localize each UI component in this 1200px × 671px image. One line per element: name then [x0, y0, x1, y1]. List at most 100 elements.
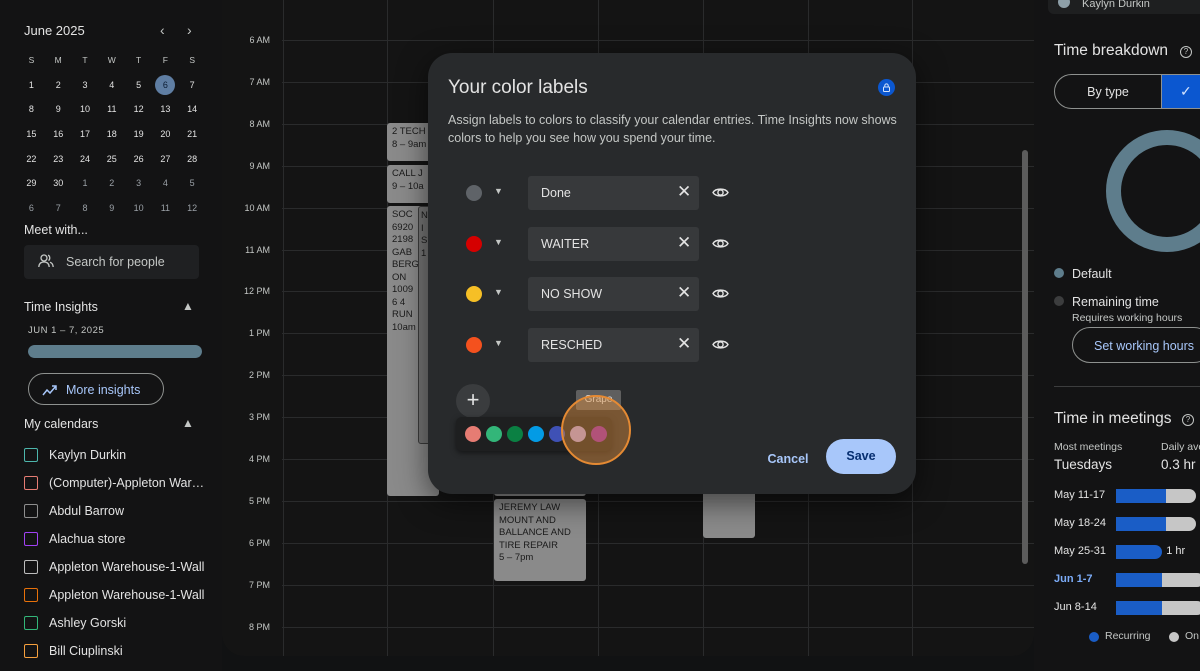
chevron-up-icon[interactable]: ▲	[182, 299, 194, 313]
calendar-checkbox[interactable]	[24, 504, 38, 518]
mini-calendar-day[interactable]: 11	[152, 203, 179, 213]
mini-calendar-day[interactable]: 3	[125, 178, 152, 188]
weekday-label: T	[82, 55, 88, 66]
mini-calendar-day[interactable]: 14	[179, 104, 206, 114]
calendar-checkbox[interactable]	[24, 448, 38, 462]
calendar-item[interactable]: Kaylyn Durkin	[24, 441, 214, 469]
calendar-checkbox[interactable]	[24, 588, 38, 602]
event-block[interactable]: JEREMY LAW MOUNT AND BALLANCE AND TIRE R…	[494, 499, 586, 581]
label-input[interactable]: WAITER	[528, 226, 699, 261]
help-icon[interactable]: ?	[1182, 414, 1194, 426]
caret-down-icon[interactable]: ▼	[494, 287, 503, 297]
search-people-input[interactable]: Search for people	[24, 245, 199, 279]
mini-calendar-day[interactable]: 7	[179, 80, 206, 90]
mini-calendar-day[interactable]: 9	[45, 104, 72, 114]
mini-calendar-day[interactable]: 13	[152, 104, 179, 114]
tab-by-type[interactable]: By type	[1055, 75, 1161, 108]
mini-calendar-day[interactable]: 6	[18, 203, 45, 213]
caret-down-icon[interactable]: ▼	[494, 237, 503, 247]
mini-calendar-day[interactable]: 20	[152, 129, 179, 139]
calendar-item[interactable]: Ashley Gorski	[24, 609, 214, 637]
calendar-item[interactable]: Alachua store	[24, 525, 214, 553]
eye-icon[interactable]	[712, 336, 729, 358]
calendar-checkbox[interactable]	[24, 616, 38, 630]
mini-calendar-day[interactable]: 17	[72, 129, 99, 139]
calendar-item[interactable]: Appleton Warehouse-1-Wall	[24, 553, 214, 581]
mini-calendar-day[interactable]: 1	[18, 80, 45, 90]
eye-icon[interactable]	[712, 235, 729, 257]
set-working-hours-button[interactable]: Set working hours	[1072, 327, 1200, 363]
tab-by-color[interactable]: ✓	[1161, 75, 1200, 108]
close-icon[interactable]: ✕	[677, 234, 691, 251]
mini-calendar-day[interactable]: 18	[98, 129, 125, 139]
mini-calendar-day[interactable]: 23	[45, 154, 72, 164]
scrollbar-thumb[interactable]	[1022, 150, 1028, 564]
mini-calendar-day[interactable]: 8	[72, 203, 99, 213]
mini-calendar-day[interactable]: 12	[179, 203, 206, 213]
mini-calendar-day[interactable]: 5	[125, 80, 152, 90]
mini-calendar-day[interactable]: 24	[72, 154, 99, 164]
eye-icon[interactable]	[712, 285, 729, 307]
label-input[interactable]: RESCHED	[528, 327, 699, 362]
caret-down-icon[interactable]: ▼	[494, 338, 503, 348]
mini-calendar-day[interactable]: 15	[18, 129, 45, 139]
mini-calendar-day[interactable]: 27	[152, 154, 179, 164]
mini-calendar-day[interactable]: 16	[45, 129, 72, 139]
close-icon[interactable]: ✕	[677, 183, 691, 200]
mini-calendar-day[interactable]: 30	[45, 178, 72, 188]
color-swatch[interactable]	[466, 235, 482, 252]
save-button[interactable]: Save	[826, 439, 896, 474]
mini-calendar-day[interactable]: 3	[72, 80, 99, 90]
label-input[interactable]: NO SHOW	[528, 277, 699, 311]
mini-calendar-day[interactable]: 10	[125, 203, 152, 213]
color-swatch[interactable]	[466, 185, 482, 201]
palette-color[interactable]	[486, 426, 502, 442]
help-icon[interactable]: ?	[1180, 46, 1192, 58]
calendar-checkbox[interactable]	[24, 560, 38, 574]
mini-calendar-day[interactable]: 2	[98, 178, 125, 188]
mini-calendar-day[interactable]: 4	[98, 80, 125, 90]
caret-down-icon[interactable]: ▼	[494, 186, 503, 196]
more-insights-button[interactable]: More insights	[28, 373, 164, 405]
mini-calendar-day[interactable]: 21	[179, 129, 206, 139]
calendar-item[interactable]: Appleton Warehouse-1-Wall	[24, 581, 214, 609]
color-swatch[interactable]	[466, 286, 482, 302]
mini-calendar-day[interactable]: 9	[98, 203, 125, 213]
add-label-button[interactable]: +	[456, 384, 490, 418]
calendar-item[interactable]: (Computer)-Appleton Warehouse	[24, 469, 214, 497]
mini-calendar-day[interactable]: 10	[72, 104, 99, 114]
calendar-item[interactable]: Bill Ciuplinski	[24, 637, 214, 665]
mini-calendar-day[interactable]: 19	[125, 129, 152, 139]
mini-calendar-day[interactable]: 4	[152, 178, 179, 188]
color-swatch[interactable]	[466, 336, 482, 353]
calendar-item[interactable]: Abdul Barrow	[24, 497, 214, 525]
mini-calendar-day[interactable]: 28	[179, 154, 206, 164]
palette-color[interactable]	[465, 426, 481, 442]
mini-calendar-day[interactable]: 1	[72, 178, 99, 188]
cancel-button[interactable]: Cancel	[758, 448, 818, 470]
mini-calendar-day[interactable]: 8	[18, 104, 45, 114]
mini-calendar-day[interactable]: 12	[125, 104, 152, 114]
eye-icon[interactable]	[712, 184, 729, 206]
mini-calendar-day[interactable]: 26	[125, 154, 152, 164]
label-input[interactable]: Done	[528, 176, 699, 210]
palette-color[interactable]	[528, 426, 544, 442]
calendar-checkbox[interactable]	[24, 476, 38, 490]
chevron-right-icon[interactable]: ›	[187, 22, 192, 38]
palette-color[interactable]	[507, 426, 523, 442]
chevron-left-icon[interactable]: ‹	[160, 22, 165, 38]
close-icon[interactable]: ✕	[677, 284, 691, 301]
mini-calendar-day[interactable]: 7	[45, 203, 72, 213]
selected-user-chip[interactable]: Kaylyn Durkin	[1048, 0, 1200, 14]
mini-calendar-day[interactable]: 2	[45, 80, 72, 90]
calendar-checkbox[interactable]	[24, 644, 38, 658]
mini-calendar-day[interactable]: 25	[98, 154, 125, 164]
close-icon[interactable]: ✕	[677, 335, 691, 352]
mini-calendar-day[interactable]: 6	[152, 74, 179, 95]
chevron-up-icon[interactable]: ▲	[182, 416, 194, 430]
mini-calendar-day[interactable]: 22	[18, 154, 45, 164]
mini-calendar-day[interactable]: 11	[98, 104, 125, 114]
mini-calendar-day[interactable]: 5	[179, 178, 206, 188]
mini-calendar-day[interactable]: 29	[18, 178, 45, 188]
calendar-checkbox[interactable]	[24, 532, 38, 546]
